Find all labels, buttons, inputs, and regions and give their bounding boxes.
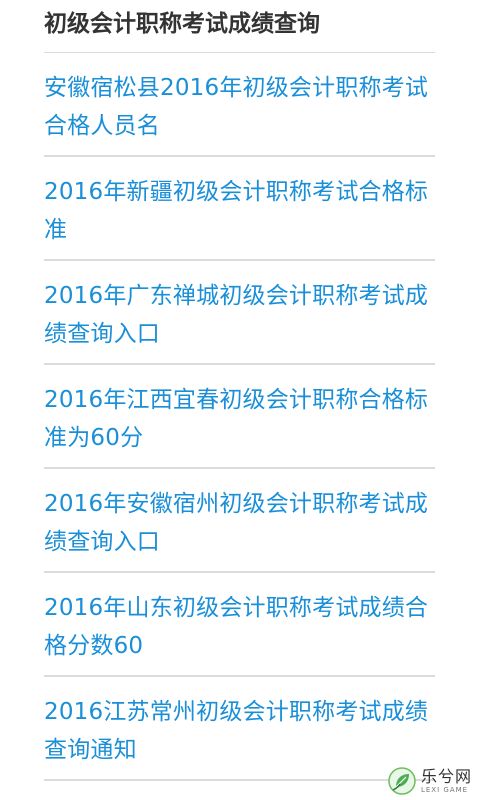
article-link[interactable]: 2016年江西宜春初级会计职称合格标准为60分: [44, 381, 435, 457]
list-item: 2016年安徽宿州初级会计职称考试成绩查询入口: [44, 469, 435, 573]
list-item: 2016年山东初级会计职称考试成绩合格分数60: [44, 573, 435, 677]
list-item: 2016江苏常州初级会计职称考试成绩查询通知: [44, 677, 435, 781]
list-item: 2016年江西宜春初级会计职称合格标准为60分: [44, 365, 435, 469]
leaf-logo-icon: [388, 767, 416, 795]
article-link[interactable]: 2016江苏常州初级会计职称考试成绩查询通知: [44, 693, 435, 769]
article-link[interactable]: 2016年山东初级会计职称考试成绩合格分数60: [44, 589, 435, 665]
section-title: 初级会计职称考试成绩查询: [44, 11, 320, 37]
list-item: 2016年广东禅城初级会计职称考试成绩查询入口: [44, 261, 435, 365]
list-item: 安徽宿松县2016年初级会计职称考试合格人员名: [44, 53, 435, 157]
watermark-subtitle: LEXI GAME: [420, 785, 469, 794]
article-link[interactable]: 2016年新疆初级会计职称考试合格标准: [44, 173, 435, 249]
article-list: 安徽宿松县2016年初级会计职称考试合格人员名 2016年新疆初级会计职称考试合…: [44, 52, 435, 781]
site-watermark: 乐兮网 LEXI GAME: [387, 766, 472, 796]
article-link[interactable]: 2016年安徽宿州初级会计职称考试成绩查询入口: [44, 485, 435, 561]
article-link[interactable]: 2016年广东禅城初级会计职称考试成绩查询入口: [44, 277, 435, 353]
list-item: 2016年新疆初级会计职称考试合格标准: [44, 157, 435, 261]
watermark-name: 乐兮网: [420, 766, 472, 786]
article-link[interactable]: 安徽宿松县2016年初级会计职称考试合格人员名: [44, 69, 435, 145]
watermark-text: 乐兮网 LEXI GAME: [420, 766, 472, 794]
